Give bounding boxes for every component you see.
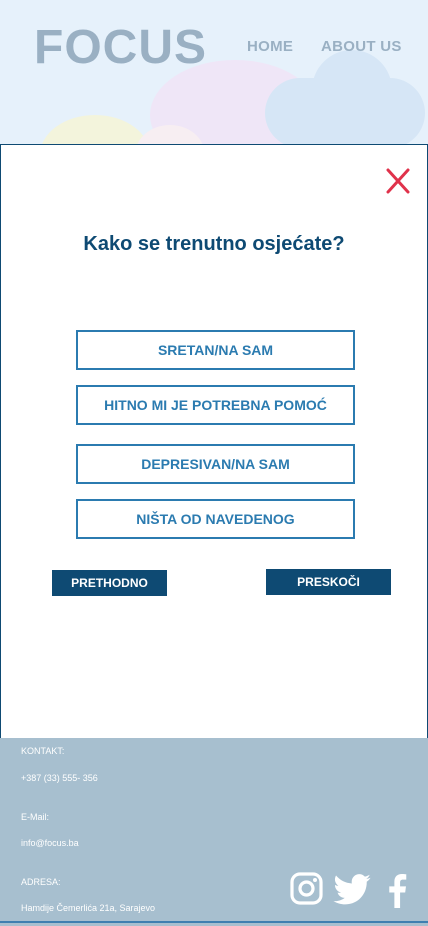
close-button[interactable] xyxy=(385,167,411,195)
email-label: E-Mail: xyxy=(21,812,50,822)
logo[interactable]: FOCUS xyxy=(34,20,207,75)
option-depressed-button[interactable]: DEPRESIVAN/NA SAM xyxy=(76,444,355,484)
skip-button[interactable]: PRESKOČI xyxy=(266,569,391,595)
contact-phone[interactable]: +387 (33) 555- 356 xyxy=(21,773,98,783)
instagram-icon[interactable] xyxy=(290,872,323,905)
address-label: ADRESA: xyxy=(21,877,61,887)
previous-button[interactable]: PRETHODNO xyxy=(52,570,167,596)
cloud-decoration xyxy=(312,50,392,130)
option-urgent-help-button[interactable]: HITNO MI JE POTREBNA POMOĆ xyxy=(76,385,355,425)
address-text: Hamdije Čemerlića 21a, Sarajevo xyxy=(21,903,156,913)
header: FOCUS HOME ABOUT US xyxy=(0,0,428,144)
option-none-button[interactable]: NIŠTA OD NAVEDENOG xyxy=(76,499,355,539)
cloud-decoration xyxy=(40,115,150,144)
nav-about-link[interactable]: ABOUT US xyxy=(321,38,402,55)
close-icon xyxy=(386,168,410,194)
mood-modal: Kako se trenutno osjećate? SRETAN/NA SAM… xyxy=(0,144,428,739)
footer-bottom-line xyxy=(0,921,428,923)
modal-question: Kako se trenutno osjećate? xyxy=(83,233,345,255)
email-link[interactable]: info@focus.ba xyxy=(21,838,79,848)
twitter-icon[interactable] xyxy=(333,874,371,905)
facebook-icon[interactable] xyxy=(386,874,408,908)
nav-home-link[interactable]: HOME xyxy=(247,38,293,55)
option-happy-button[interactable]: SRETAN/NA SAM xyxy=(76,330,355,370)
contact-label: KONTAKT: xyxy=(21,746,65,756)
